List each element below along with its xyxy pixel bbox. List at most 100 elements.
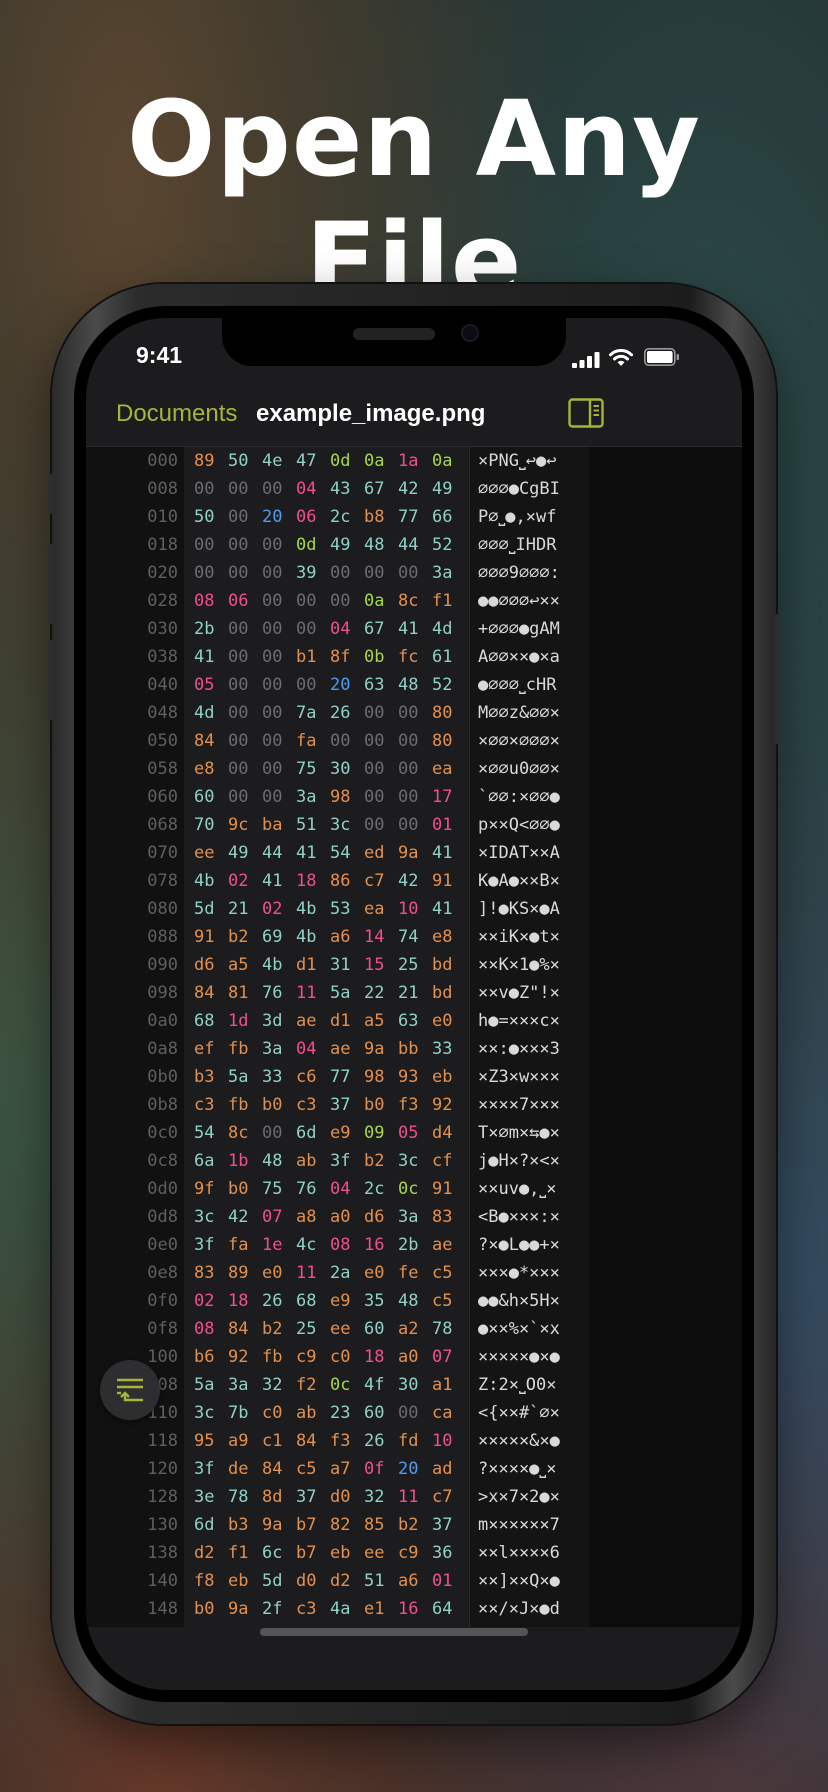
row-ascii: ×××××●×● — [478, 1347, 560, 1367]
row-offset: 010 — [147, 507, 178, 527]
row-ascii: ●××%×`×x — [478, 1319, 560, 1339]
row-bytes: 00 00 00 04 43 67 42 49 — [194, 479, 453, 499]
row-ascii: ×Z3×w××× — [478, 1067, 560, 1087]
row-ascii: ●●&h×5H× — [478, 1291, 560, 1311]
row-bytes: 6a 1b 48 ab 3f b2 3c cf — [194, 1151, 453, 1171]
row-offset: 050 — [147, 731, 178, 751]
row-bytes: 05 00 00 00 20 63 48 52 — [194, 675, 453, 695]
row-ascii: p××Q<∅∅● — [478, 815, 560, 835]
row-offset: 128 — [147, 1487, 178, 1507]
wifi-icon — [609, 349, 633, 366]
row-offset: 118 — [147, 1431, 178, 1451]
row-ascii: ××]××Q×● — [478, 1571, 560, 1591]
row-bytes: 83 89 e0 11 2a e0 fe c5 — [194, 1263, 453, 1283]
row-bytes: 84 81 76 11 5a 22 21 bd — [194, 983, 453, 1003]
silent-switch — [48, 474, 54, 514]
row-ascii: ∅∅∅⎵IHDR — [478, 535, 557, 555]
row-offset: 028 — [147, 591, 178, 611]
volume-up-button — [48, 544, 54, 624]
row-offset: 0c8 — [147, 1151, 178, 1171]
row-bytes: 4b 02 41 18 86 c7 42 91 — [194, 871, 453, 891]
row-bytes: 08 84 b2 25 ee 60 a2 78 — [194, 1319, 453, 1339]
row-ascii: ×IDAT××A — [478, 843, 560, 863]
row-offset: 150 — [86, 1623, 178, 1627]
row-offset: 0d0 — [147, 1179, 178, 1199]
row-ascii: ××:●×××3 — [478, 1039, 560, 1059]
row-offset: 120 — [147, 1459, 178, 1479]
row-bytes: 9f b0 75 76 04 2c 0c 91 — [194, 1179, 453, 1199]
row-ascii: ?××××●⎵× — [478, 1459, 557, 1479]
row-offset: 0c0 — [147, 1123, 178, 1143]
row-bytes: 2b 00 00 00 04 67 41 4d — [194, 619, 453, 639]
wrap-lines-button[interactable] — [100, 1360, 160, 1420]
row-ascii: h●=×××c× — [478, 1011, 560, 1031]
row-ascii: ●●∅∅∅↩×× — [478, 591, 560, 611]
row-bytes: b6 92 fb c9 c0 18 a0 07 — [194, 1347, 453, 1367]
row-bytes: 41 00 00 b1 8f 0b fc 61 — [194, 647, 453, 667]
row-ascii: ×9●×××●× — [478, 1623, 560, 1627]
row-bytes: b0 9a 2f c3 4a e1 16 64 — [194, 1599, 453, 1619]
row-ascii: <{××#`∅× — [478, 1403, 560, 1423]
row-ascii: P∅⎵●,×wf — [478, 507, 557, 527]
documents-back-button[interactable]: Documents — [116, 400, 237, 428]
row-offset: 018 — [147, 535, 178, 555]
row-offset: 098 — [147, 983, 178, 1003]
row-offset: 060 — [147, 787, 178, 807]
row-ascii: +∅∅∅●gAM — [478, 619, 560, 639]
row-ascii: ××iK×●t× — [478, 927, 560, 947]
row-bytes: 84 00 00 fa 00 00 00 80 — [194, 731, 453, 751]
row-offset: 078 — [147, 871, 178, 891]
row-bytes: 91 b2 69 4b a6 14 74 e8 — [194, 927, 453, 947]
row-offset: 058 — [147, 759, 178, 779]
status-time: 9:41 — [136, 342, 183, 368]
row-offset: 138 — [147, 1543, 178, 1563]
row-bytes: 60 00 00 3a 98 00 00 17 — [194, 787, 453, 807]
row-bytes: 89 50 4e 47 0d 0a 1a 0a — [194, 451, 453, 471]
row-ascii: ∅∅∅●CgBI — [478, 479, 560, 499]
row-offset: 000 — [147, 451, 178, 471]
row-offset: 068 — [147, 815, 178, 835]
row-ascii: T×∅m×⇆●× — [478, 1123, 560, 1143]
row-bytes: 3f fa 1e 4c 08 16 2b ae — [194, 1235, 453, 1255]
row-bytes: ee 49 44 41 54 ed 9a 41 — [194, 843, 453, 863]
row-ascii: Z:2×⎵O0× — [478, 1375, 557, 1395]
phone-bezel: 9:41 Documents example_image.png 000 89 … — [74, 306, 754, 1702]
row-offset: 0e0 — [147, 1235, 178, 1255]
row-ascii: ●∅∅∅⎵cHR — [478, 675, 557, 695]
row-bytes: 95 a9 c1 84 f3 26 fd 10 — [194, 1431, 453, 1451]
row-bytes: e4390e9e83d802df — [194, 1623, 466, 1627]
hex-viewer[interactable]: 000 89 50 4e 47 0d 0a 1a 0a ×PNG⎵↩●↩ 008 00 00 00 04 43… — [86, 447, 742, 1627]
row-bytes: 02 18 26 68 e9 35 48 c5 — [194, 1291, 453, 1311]
cellular-signal-icon — [572, 352, 600, 368]
row-offset: 048 — [147, 703, 178, 723]
row-bytes: 50 00 20 06 2c b8 77 66 — [194, 507, 453, 527]
row-bytes: 3c 42 07 a8 a0 d6 3a 83 — [194, 1207, 453, 1227]
row-bytes: 54 8c 00 6d e9 09 05 d4 — [194, 1123, 453, 1143]
row-bytes: 08 06 00 00 00 0a 8c f1 — [194, 591, 453, 611]
home-indicator[interactable] — [260, 1628, 528, 1636]
row-offset: 0b8 — [147, 1095, 178, 1115]
row-offset: 140 — [147, 1571, 178, 1591]
row-ascii: m××××××7 — [478, 1515, 560, 1535]
battery-icon — [644, 348, 679, 366]
row-ascii: ××l××××6 — [478, 1543, 560, 1563]
row-bytes: 5a 3a 32 f2 0c 4f 30 a1 — [194, 1375, 453, 1395]
row-ascii: j●H×?×<× — [478, 1151, 560, 1171]
row-ascii: ∅∅∅9∅∅∅: — [478, 563, 560, 583]
row-offset: 038 — [147, 647, 178, 667]
row-offset: 030 — [147, 619, 178, 639]
sidebar-panel-icon[interactable] — [568, 398, 604, 428]
row-ascii: ×∅∅u0∅∅× — [478, 759, 560, 779]
row-bytes: 3f de 84 c5 a7 0f 20 ad — [194, 1459, 453, 1479]
row-ascii: ××××7××× — [478, 1095, 560, 1115]
row-ascii: ?×●L●●+× — [478, 1235, 560, 1255]
row-bytes: 00 00 00 0d 49 48 44 52 — [194, 535, 453, 555]
row-ascii: ]!●KS×●A — [478, 899, 560, 919]
row-offset: 0f0 — [147, 1291, 178, 1311]
row-offset: 0b0 — [147, 1067, 178, 1087]
row-offset: 090 — [147, 955, 178, 975]
row-bytes: d2 f1 6c b7 eb ee c9 36 — [194, 1543, 453, 1563]
row-ascii: ×××●*××× — [478, 1263, 560, 1283]
row-ascii: <B●×××:× — [478, 1207, 560, 1227]
side-button — [774, 614, 780, 744]
